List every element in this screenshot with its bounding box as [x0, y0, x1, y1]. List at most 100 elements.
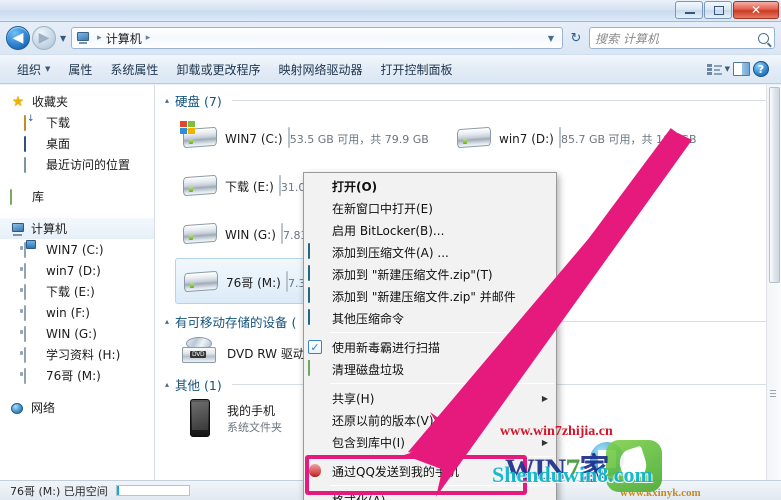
context-menu-label-open-new-window: 在新窗口中打开(E): [332, 201, 433, 216]
sidebar-label-drive-h: 学习资料 (H:): [46, 348, 121, 362]
toolbar-map-network-drive[interactable]: 映射网络驱动器: [269, 57, 371, 82]
vertical-scrollbar[interactable]: [766, 85, 781, 480]
toolbar-organize[interactable]: 组织 ▼: [8, 57, 59, 82]
sidebar-item-drive-h[interactable]: 学习资料 (H:): [0, 344, 154, 365]
desktop-icon: [24, 135, 26, 152]
context-menu-item-include-in-library[interactable]: 包含到库中(I) ▶: [304, 431, 556, 453]
refresh-button[interactable]: ↻: [566, 28, 586, 48]
toolbar-uninstall-change-program[interactable]: 卸载或更改程序: [167, 57, 269, 82]
sidebar-item-network[interactable]: 网络: [0, 397, 154, 418]
sidebar-label-drive-f: win (F:): [46, 305, 90, 320]
toolbar-system-properties-label: 系统属性: [110, 62, 159, 77]
back-button[interactable]: ◀: [6, 26, 30, 50]
drive-item-c[interactable]: WIN7 (C:) 53.5 GB 可用，共 79.9 GB: [175, 114, 449, 160]
sidebar-item-drive-e[interactable]: 下载 (E:): [0, 281, 154, 302]
sidebar-item-desktop[interactable]: 桌面: [0, 133, 154, 154]
sidebar-label-network: 网络: [31, 401, 56, 415]
drive-icon: [24, 283, 26, 300]
green-app-logo-watermark-icon: [606, 440, 662, 492]
sidebar-label-drive-g: WIN (G:): [46, 326, 97, 341]
scrollbar-thumb[interactable]: [769, 87, 780, 283]
sidebar-item-drive-g[interactable]: WIN (G:): [0, 323, 154, 344]
close-button[interactable]: ✕: [733, 1, 779, 19]
context-menu-item-add-to-archive[interactable]: 添加到压缩文件(A) ...: [304, 241, 556, 263]
breadcrumb-separator-2[interactable]: ▸: [146, 33, 151, 43]
forward-button[interactable]: ▶: [32, 26, 56, 50]
context-menu-item-send-to-phone-qq[interactable]: 通过QQ发送到我的手机: [304, 460, 556, 482]
sidebar-item-drive-f[interactable]: win (F:): [0, 302, 154, 323]
drive-icon: [179, 167, 221, 203]
context-menu-label-open: 打开(O): [332, 179, 378, 194]
drive-name-d: win7 (D:): [499, 131, 554, 146]
sidebar-item-downloads[interactable]: 下载: [0, 112, 154, 133]
drive-item-d[interactable]: win7 (D:) 85.7 GB 可用，共 100 GB: [449, 114, 723, 160]
context-menu-item-format[interactable]: 格式化(A)...: [304, 489, 556, 500]
system-drive-icon: [179, 119, 221, 155]
context-menu-separator-4: [330, 485, 554, 486]
history-dropdown-icon[interactable]: ▼: [60, 34, 66, 43]
menu-item-icon-slot: [308, 390, 327, 406]
archive-icon: [308, 265, 310, 281]
maximize-button[interactable]: [704, 1, 732, 19]
menu-item-icon-slot: [308, 178, 327, 194]
refresh-icon: ↻: [570, 30, 582, 46]
collapse-triangle-icon[interactable]: ▴: [165, 317, 169, 326]
sidebar-label-computer: 计算机: [31, 222, 68, 236]
navigation-pane: ★ 收藏夹 下载 桌面 最近访问的位置 库: [0, 85, 155, 480]
menu-item-icon-slot: [308, 222, 327, 238]
context-menu-item-clean-disk[interactable]: 清理磁盘垃圾: [304, 358, 556, 380]
context-menu-separator-2: [330, 383, 554, 384]
context-menu-label-add-to-archive: 添加到压缩文件(A) ...: [332, 245, 449, 260]
sidebar-item-drive-d[interactable]: win7 (D:): [0, 260, 154, 281]
address-bar[interactable]: ▸ 计算机 ▸ ▼: [71, 27, 563, 49]
toolbar-organize-label: 组织: [17, 62, 42, 77]
sidebar-item-libraries[interactable]: 库: [0, 186, 154, 207]
address-dropdown-icon[interactable]: ▼: [548, 34, 558, 43]
window-controls: ✕: [675, 1, 779, 19]
sidebar-label-libraries: 库: [32, 190, 45, 204]
drive-icon: [24, 367, 26, 384]
search-box[interactable]: 搜索 计算机: [589, 27, 775, 49]
explorer-window: ✕ ◀ ▶ ▼ ▸ 计算机 ▸ ▼ ↻ 搜索 计算机 组织 ▼ 属性 系统属性 …: [0, 0, 781, 500]
sidebar-item-drive-m[interactable]: 76哥 (M:): [0, 365, 154, 386]
view-mode-chevron-icon[interactable]: ▼: [725, 65, 730, 73]
context-menu-item-other-archive-commands[interactable]: 其他压缩命令 ▶: [304, 307, 556, 329]
group-header-hard-disks[interactable]: ▴ 硬盘 (7): [155, 85, 781, 112]
context-menu-item-open-new-window[interactable]: 在新窗口中打开(E): [304, 197, 556, 219]
sidebar-item-drive-c[interactable]: WIN7 (C:): [0, 239, 154, 260]
context-menu-item-scan[interactable]: ✓ 使用新毒霸进行扫描: [304, 336, 556, 358]
archive-icon: [308, 287, 310, 303]
context-menu-item-open[interactable]: 打开(O): [304, 175, 556, 197]
toolbar-open-control-panel[interactable]: 打开控制面板: [371, 57, 461, 82]
close-icon: ✕: [750, 3, 762, 17]
minimize-button[interactable]: [675, 1, 703, 19]
breadcrumb-computer[interactable]: 计算机: [106, 30, 142, 47]
sidebar-item-recent-places[interactable]: 最近访问的位置: [0, 154, 154, 175]
sidebar-label-drive-m: 76哥 (M:): [46, 369, 101, 383]
toolbar-map-drive-label: 映射网络驱动器: [278, 62, 363, 77]
context-menu-item-bitlocker[interactable]: 启用 BitLocker(B)...: [304, 219, 556, 241]
view-mode-icon[interactable]: [706, 63, 722, 76]
sidebar-item-favorites[interactable]: ★ 收藏夹: [0, 91, 154, 112]
drive-icon: [24, 325, 26, 342]
drive-capacity-d: 85.7 GB 可用，共 100 GB: [560, 132, 697, 146]
sidebar-label-drive-c: WIN7 (C:): [46, 242, 104, 257]
submenu-arrow-icon: ▶: [541, 393, 548, 403]
context-menu-separator-3: [330, 456, 554, 457]
recent-places-icon: [24, 156, 26, 173]
group-divider: [231, 100, 769, 101]
collapse-triangle-icon[interactable]: ▴: [165, 380, 169, 389]
context-menu-item-add-to-zip[interactable]: 添加到 "新建压缩文件.zip"(T): [304, 263, 556, 285]
sidebar-item-computer[interactable]: 计算机: [0, 218, 154, 239]
computer-icon: [76, 32, 90, 44]
drive-icon: [24, 346, 26, 363]
context-menu-label-include-in-library: 包含到库中(I): [332, 435, 405, 450]
toolbar-system-properties[interactable]: 系统属性: [101, 57, 167, 82]
toolbar-properties[interactable]: 属性: [59, 57, 101, 82]
context-menu-item-restore-previous-versions[interactable]: 还原以前的版本(V): [304, 409, 556, 431]
help-icon[interactable]: ?: [753, 61, 769, 77]
context-menu-item-add-to-zip-email[interactable]: 添加到 "新建压缩文件.zip" 并邮件: [304, 285, 556, 307]
preview-pane-icon[interactable]: [733, 62, 750, 76]
collapse-triangle-icon[interactable]: ▴: [165, 96, 169, 105]
context-menu-item-share[interactable]: 共享(H) ▶: [304, 387, 556, 409]
